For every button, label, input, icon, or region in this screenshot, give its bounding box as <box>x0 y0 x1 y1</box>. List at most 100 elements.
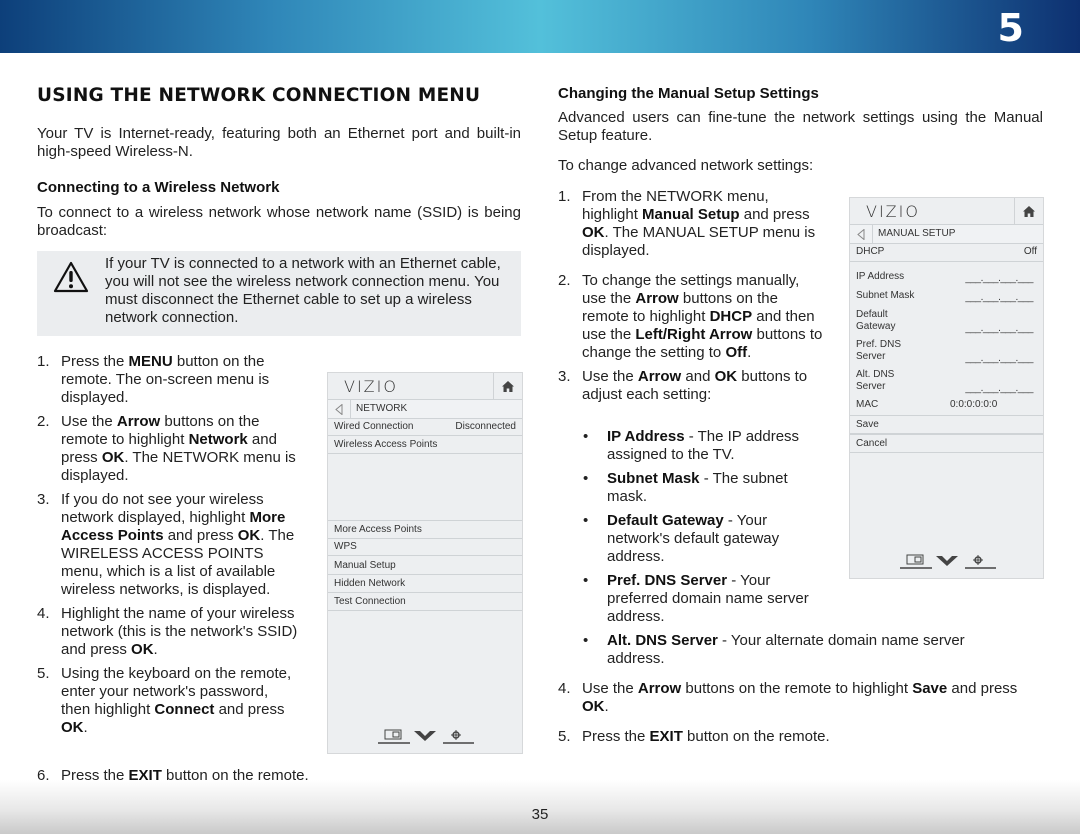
bold-term: EXIT <box>649 728 683 745</box>
bullet-item: • Subnet Mask - The subnet mask. <box>583 470 823 506</box>
menu-item-hidden-network[interactable]: Hidden Network <box>328 575 522 593</box>
step-item: 3. Use the Arrow and OK buttons to adjust… <box>558 368 823 404</box>
vizio-v-icon <box>936 556 958 566</box>
field-value[interactable]: ___.___.___.___ <box>965 273 1033 284</box>
text-run: and <box>681 368 715 385</box>
text-run: . <box>604 698 609 715</box>
step-item: 5. Press the EXIT button on the remote. <box>558 728 1038 746</box>
bold-term: MENU <box>128 353 173 370</box>
wired-connection-row[interactable]: Wired Connection Disconnected <box>328 418 522 436</box>
back-arrow-icon[interactable] <box>328 400 351 418</box>
bold-term: Manual Setup <box>642 206 740 223</box>
step-number: 1. <box>37 353 50 370</box>
wired-connection-status: Disconnected <box>455 421 516 432</box>
bold-term: OK <box>582 698 605 715</box>
note-text: If your TV is connected to a network wit… <box>105 255 501 326</box>
text-run: Use the <box>582 680 638 697</box>
field-label: Default Gateway <box>856 309 896 332</box>
text-run: and press <box>947 680 1018 697</box>
manual-setup-final-steps: 4. Use the Arrow buttons on the remote to… <box>558 680 1038 746</box>
menu-item-manual-setup[interactable]: Manual Setup <box>328 557 522 575</box>
manual-setup-menu-screenshot: VIZIO MANUAL SETUP DHCP Off IP Address __… <box>849 197 1044 579</box>
bullet-icon: • <box>583 470 589 487</box>
menu-breadcrumb: MANUAL SETUP <box>850 224 1043 244</box>
field-value[interactable]: ___.___.___.___ <box>965 353 1033 364</box>
field-alt-dns-server[interactable]: Alt. DNS Server ___.___.___.___ <box>850 368 1043 394</box>
field-value[interactable]: ___.___.___.___ <box>965 292 1033 303</box>
text-run: Use the <box>582 368 638 385</box>
field-label: IP Address <box>856 271 905 282</box>
menu-item-test-connection[interactable]: Test Connection <box>328 593 522 612</box>
step-number: 2. <box>37 413 50 430</box>
wireless-access-points-row[interactable]: Wireless Access Points <box>328 436 522 454</box>
text-run: and press <box>739 206 810 223</box>
step-item: 5. Using the keyboard on the remote, ente… <box>37 665 299 737</box>
settings-gear-icon <box>965 555 996 569</box>
step-item: 4. Use the Arrow buttons on the remote to… <box>558 680 1038 716</box>
intro-paragraph: Your TV is Internet-ready, featuring bot… <box>37 125 521 160</box>
text-run: . <box>153 641 158 658</box>
cancel-button[interactable]: Cancel <box>850 434 1043 453</box>
back-arrow-icon[interactable] <box>850 225 873 243</box>
field-default-gateway[interactable]: Default Gateway ___.___.___.___ <box>850 308 1043 334</box>
network-menu-screenshot: VIZIO NETWORK Wired Connection Disconnec… <box>327 372 523 754</box>
step-number: 3. <box>37 491 50 508</box>
bold-term: OK <box>237 527 261 544</box>
bullet-item: • IP Address - The IP address assigned to… <box>583 428 823 464</box>
menu-bottom-icons <box>900 554 996 569</box>
menu-item-more-access-points[interactable]: More Access Points <box>328 520 522 539</box>
bold-term: OK <box>131 641 154 658</box>
settings-gear-icon <box>443 730 474 744</box>
menu-title: MANUAL SETUP <box>878 228 956 239</box>
text-run: Press the <box>582 728 650 745</box>
dhcp-label: DHCP <box>856 246 885 257</box>
field-value[interactable]: ___.___.___.___ <box>965 383 1033 394</box>
field-subnet-mask[interactable]: Subnet Mask ___.___.___.___ <box>850 289 1043 303</box>
bold-term: Pref. DNS Server <box>607 572 728 589</box>
wireless-steps-list: 1. Press the MENU button on the remote. T… <box>37 353 299 737</box>
wireless-intro: To connect to a wireless network whose n… <box>37 204 521 239</box>
text-run: button on the remote. <box>682 728 830 745</box>
mac-row: MAC 0:0:0:0:0:0 <box>850 398 1043 412</box>
bold-term: Connect <box>154 701 215 718</box>
bold-term: Save <box>912 680 948 697</box>
field-label: Pref. DNS Server <box>856 339 902 362</box>
field-ip-address[interactable]: IP Address ___.___.___.___ <box>850 270 1043 284</box>
bullet-icon: • <box>583 512 589 529</box>
menu-title: NETWORK <box>356 403 408 414</box>
input-icon <box>900 554 932 569</box>
text-run: Highlight the name of your wireless netw… <box>61 605 298 658</box>
step-number: 2. <box>558 272 571 289</box>
bullet-icon: • <box>583 632 589 649</box>
bold-term: DHCP <box>709 308 753 325</box>
field-value[interactable]: ___.___.___.___ <box>965 323 1033 334</box>
text-run: . The MANUAL SETUP menu is displayed. <box>582 224 816 259</box>
manual-setup-subheading: Changing the Manual Setup Settings <box>558 85 819 102</box>
field-pref-dns-server[interactable]: Pref. DNS Server ___.___.___.___ <box>850 338 1043 364</box>
text-run: Press the <box>61 353 129 370</box>
step-item: 1. Press the MENU button on the remote. T… <box>37 353 299 407</box>
wireless-subheading: Connecting to a Wireless Network <box>37 179 280 196</box>
warning-icon <box>53 261 89 293</box>
manual-setup-bullet-alt: • Alt. DNS Server - Your alternate domain… <box>583 632 1023 668</box>
wired-connection-label: Wired Connection <box>334 421 414 432</box>
home-icon[interactable] <box>1014 198 1043 224</box>
manual-setup-lead: To change advanced network settings: <box>558 157 814 174</box>
text-run: and press <box>163 527 238 544</box>
text-run: Use the <box>61 413 117 430</box>
field-label: Subnet Mask <box>856 290 915 301</box>
bold-term: Left/Right Arrow <box>635 326 753 343</box>
field-label: Alt. DNS Server <box>856 369 895 392</box>
menu-item-wps[interactable]: WPS <box>328 538 522 557</box>
chapter-banner: 5 <box>0 0 1080 53</box>
save-button[interactable]: Save <box>850 415 1043 434</box>
vizio-logo: VIZIO <box>344 377 398 396</box>
menu-item-label: Hidden Network <box>334 577 406 589</box>
manual-setup-bullets: • IP Address - The IP address assigned to… <box>583 428 823 626</box>
home-icon[interactable] <box>493 373 522 399</box>
dhcp-value: Off <box>1023 246 1037 257</box>
manual-setup-steps-list: 1. From the NETWORK menu, highlight Manua… <box>558 188 823 404</box>
bold-term: OK <box>582 224 605 241</box>
dhcp-row[interactable]: DHCP Off <box>850 243 1043 262</box>
page-number: 35 <box>531 806 549 823</box>
